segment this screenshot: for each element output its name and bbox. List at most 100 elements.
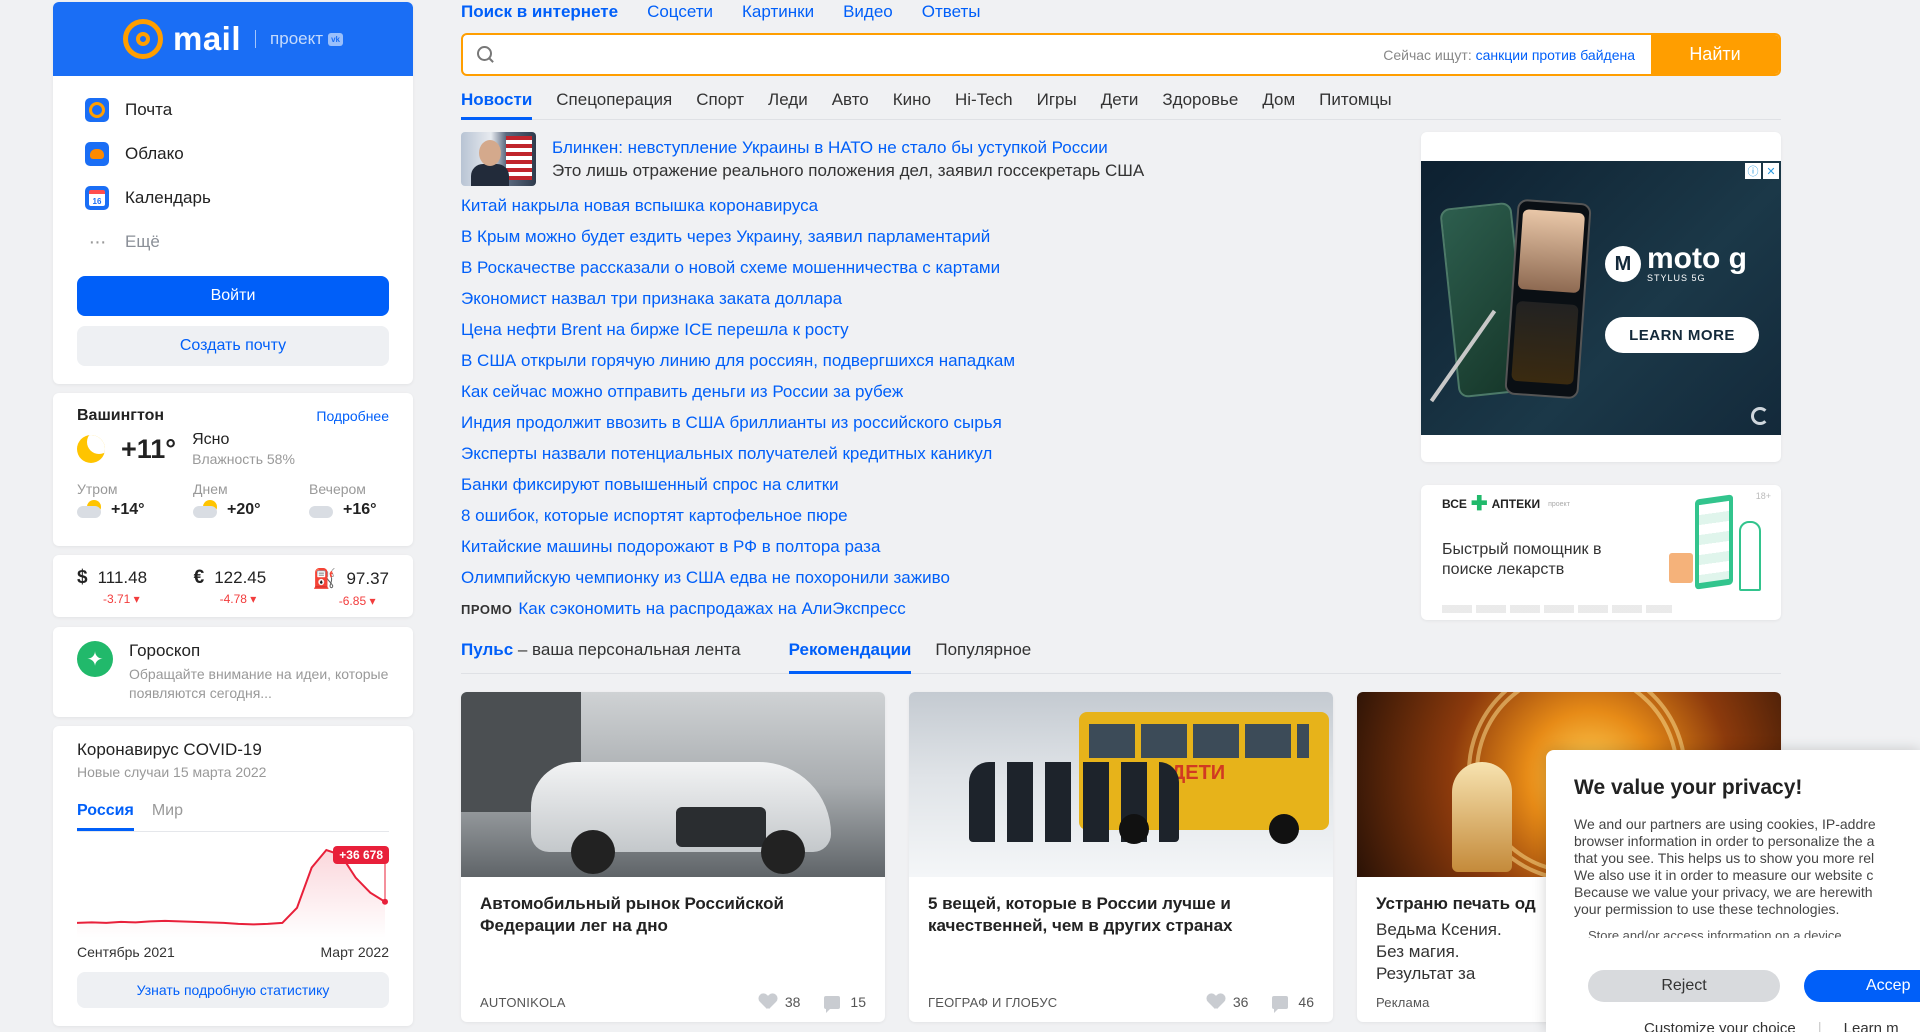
currency-value: 122.45 <box>214 568 267 587</box>
apteki-fine-print <box>1442 605 1672 613</box>
ad-moto[interactable]: ⓘ ✕ M moto g STYLUS 5G LEARN MORE <box>1421 161 1781 435</box>
promo-tag: ПРОМО <box>461 602 513 617</box>
moto-logo: M moto g STYLUS 5G <box>1605 244 1747 283</box>
apteki-logo-text2: АПТЕКИ <box>1491 497 1541 511</box>
currency-usd[interactable]: $111.48 -3.71 ▾ <box>77 567 147 606</box>
create-mail-button[interactable]: Создать почту <box>77 326 389 366</box>
weather-more-link[interactable]: Подробнее <box>316 408 389 424</box>
reject-button[interactable]: Reject <box>1588 970 1780 1002</box>
news-link[interactable]: 8 ошибок, которые испортят картофельное … <box>461 505 1015 536</box>
replay-icon[interactable] <box>1751 407 1769 425</box>
logo-project-label: проект <box>270 29 324 48</box>
service-mail[interactable]: Почта <box>85 88 413 132</box>
accept-button[interactable]: Accep <box>1804 970 1920 1002</box>
weather-widget[interactable]: Вашингтон Подробнее +11° Ясно Влажность … <box>53 393 413 546</box>
tab-popular[interactable]: Популярное <box>935 640 1031 673</box>
news-tab[interactable]: Дети <box>1101 90 1139 119</box>
news-tab[interactable]: Игры <box>1037 90 1077 119</box>
feed-image <box>461 692 885 877</box>
news-tab[interactable]: Спорт <box>696 90 744 119</box>
news-tab[interactable]: Спецоперация <box>556 90 672 119</box>
promo-link[interactable]: ПРОМО Как сэкономить на распродажах на Ал… <box>461 598 1015 629</box>
horoscope-widget[interactable]: ✦ Гороскоп Обращайте внимание на идеи, к… <box>53 627 413 717</box>
tab-recommendations[interactable]: Рекомендации <box>788 640 912 674</box>
learn-more-button[interactable]: LEARN MORE <box>1605 317 1759 353</box>
news-link[interactable]: Китайские машины подорожают в РФ в полто… <box>461 536 1015 567</box>
learn-more-link[interactable]: Learn m <box>1844 1020 1899 1032</box>
comment-count: 15 <box>850 994 866 1010</box>
news-link[interactable]: В Роскачестве рассказали о новой схеме м… <box>461 257 1015 288</box>
news-tab[interactable]: Новости <box>461 90 533 120</box>
close-icon[interactable]: ✕ <box>1763 163 1779 179</box>
feed-title[interactable]: 5 вещей, которые в России лучше и качест… <box>909 877 1333 937</box>
news-link[interactable]: Олимпийскую чемпионку из США едва не пох… <box>461 567 1015 598</box>
mail-logo[interactable]: mail проект vk <box>53 2 413 76</box>
news-tab[interactable]: Дом <box>1262 90 1295 119</box>
feed-source[interactable]: AUTONIKOLA <box>480 995 759 1010</box>
privacy-store-option[interactable]: Store and/or access information on a dev… <box>1588 928 1892 938</box>
news-tab[interactable]: Леди <box>768 90 808 119</box>
more-dots-icon: ··· <box>88 230 107 253</box>
lead-news-title[interactable]: Блинкен: невступление Украины в НАТО не … <box>552 138 1144 158</box>
promo-text[interactable]: Как сэкономить на распродажах на АлиЭксп… <box>518 599 905 618</box>
tab-russia[interactable]: Россия <box>77 802 134 831</box>
currency-eur[interactable]: €122.45 -4.78 ▾ <box>194 567 267 606</box>
news-link[interactable]: Банки фиксируют повышенный спрос на слит… <box>461 474 1015 505</box>
news-tab[interactable]: Авто <box>832 90 869 119</box>
pulse-title-brand[interactable]: Пульс <box>461 640 513 659</box>
feed-card[interactable]: ДЕТИ 5 вещей, которые в России лучше и к… <box>909 692 1333 1022</box>
heart-icon[interactable] <box>1207 994 1225 1010</box>
service-more[interactable]: ··· Ещё <box>85 220 413 264</box>
news-link[interactable]: В Крым можно будет ездить через Украину,… <box>461 226 1015 257</box>
comment-icon[interactable] <box>824 995 841 1013</box>
news-link[interactable]: Индия продолжит ввозить в США бриллианты… <box>461 412 1015 443</box>
news-link[interactable]: Как сейчас можно отправить деньги из Рос… <box>461 381 1015 412</box>
privacy-text: We and our partners are using cookies, I… <box>1574 816 1892 918</box>
service-cloud[interactable]: Облако <box>85 132 413 176</box>
news-link[interactable]: Цена нефти Brent на бирже ICE перешла к … <box>461 319 1015 350</box>
news-link[interactable]: Эксперты назвали потенциальных получател… <box>461 443 1015 474</box>
currency-widget[interactable]: $111.48 -3.71 ▾ €122.45 -4.78 ▾ ⛽ 97.37 -… <box>53 555 413 617</box>
search-hint-query[interactable]: санкции против байдена <box>1476 47 1635 63</box>
news-tab[interactable]: Здоровье <box>1162 90 1238 119</box>
link-separator: | <box>1817 1020 1822 1032</box>
customize-link[interactable]: Customize your choice <box>1644 1020 1796 1032</box>
ad-choices[interactable]: ⓘ ✕ <box>1745 163 1779 179</box>
feed-title[interactable]: Автомобильный рынок Российской Федерации… <box>461 877 885 937</box>
news-tab[interactable]: Кино <box>893 90 931 119</box>
login-button[interactable]: Войти <box>77 276 389 316</box>
news-link[interactable]: В США открыли горячую линию для россиян,… <box>461 350 1015 381</box>
heart-icon[interactable] <box>759 994 777 1010</box>
weather-part-label: Утром <box>77 481 118 497</box>
calendar-icon: 16 <box>85 186 109 210</box>
service-label: Почта <box>125 100 173 119</box>
search-input[interactable] <box>495 35 1384 74</box>
apteki-banner[interactable]: ВСЕ ✚ АПТЕКИ проект 18+ Быстрый помощник в … <box>1421 485 1781 620</box>
news-link[interactable]: Китай накрыла новая вспышка коронавируса <box>461 195 1015 226</box>
feed-card[interactable]: Автомобильный рынок Российской Федерации… <box>461 692 885 1022</box>
news-link[interactable]: Экономист назвал три признака заката дол… <box>461 288 1015 319</box>
service-calendar[interactable]: 16 Календарь <box>85 176 413 220</box>
mail-icon <box>85 98 109 122</box>
lead-news-image[interactable] <box>461 132 536 186</box>
tab-world[interactable]: Мир <box>152 802 183 831</box>
search-tab-social[interactable]: Соцсети <box>647 2 713 22</box>
news-tab[interactable]: Питомцы <box>1319 90 1391 119</box>
lead-news[interactable]: Блинкен: невступление Украины в НАТО не … <box>461 132 1144 186</box>
feed-image: ДЕТИ <box>909 692 1333 877</box>
search-tab-answers[interactable]: Ответы <box>922 2 981 22</box>
covid-badge: +36 678 <box>333 846 389 864</box>
search-tab-web[interactable]: Поиск в интернете <box>461 2 618 22</box>
search-button[interactable]: Найти <box>1651 35 1779 74</box>
privacy-line: that you see. This helps us to show you … <box>1574 850 1875 866</box>
moon-icon <box>77 435 105 463</box>
news-tab[interactable]: Hi-Tech <box>955 90 1013 119</box>
covid-stats-button[interactable]: Узнать подробную статистику <box>77 972 389 1008</box>
covid-date-start: Сентябрь 2021 <box>77 944 175 960</box>
search-tab-video[interactable]: Видео <box>843 2 893 22</box>
currency-oil[interactable]: ⛽ 97.37 -6.85 ▾ <box>313 567 389 608</box>
adchoices-info-icon[interactable]: ⓘ <box>1745 163 1761 179</box>
feed-source[interactable]: ГЕОГРАФ И ГЛОБУС <box>928 995 1207 1010</box>
comment-icon[interactable] <box>1272 995 1289 1013</box>
search-tab-images[interactable]: Картинки <box>742 2 814 22</box>
